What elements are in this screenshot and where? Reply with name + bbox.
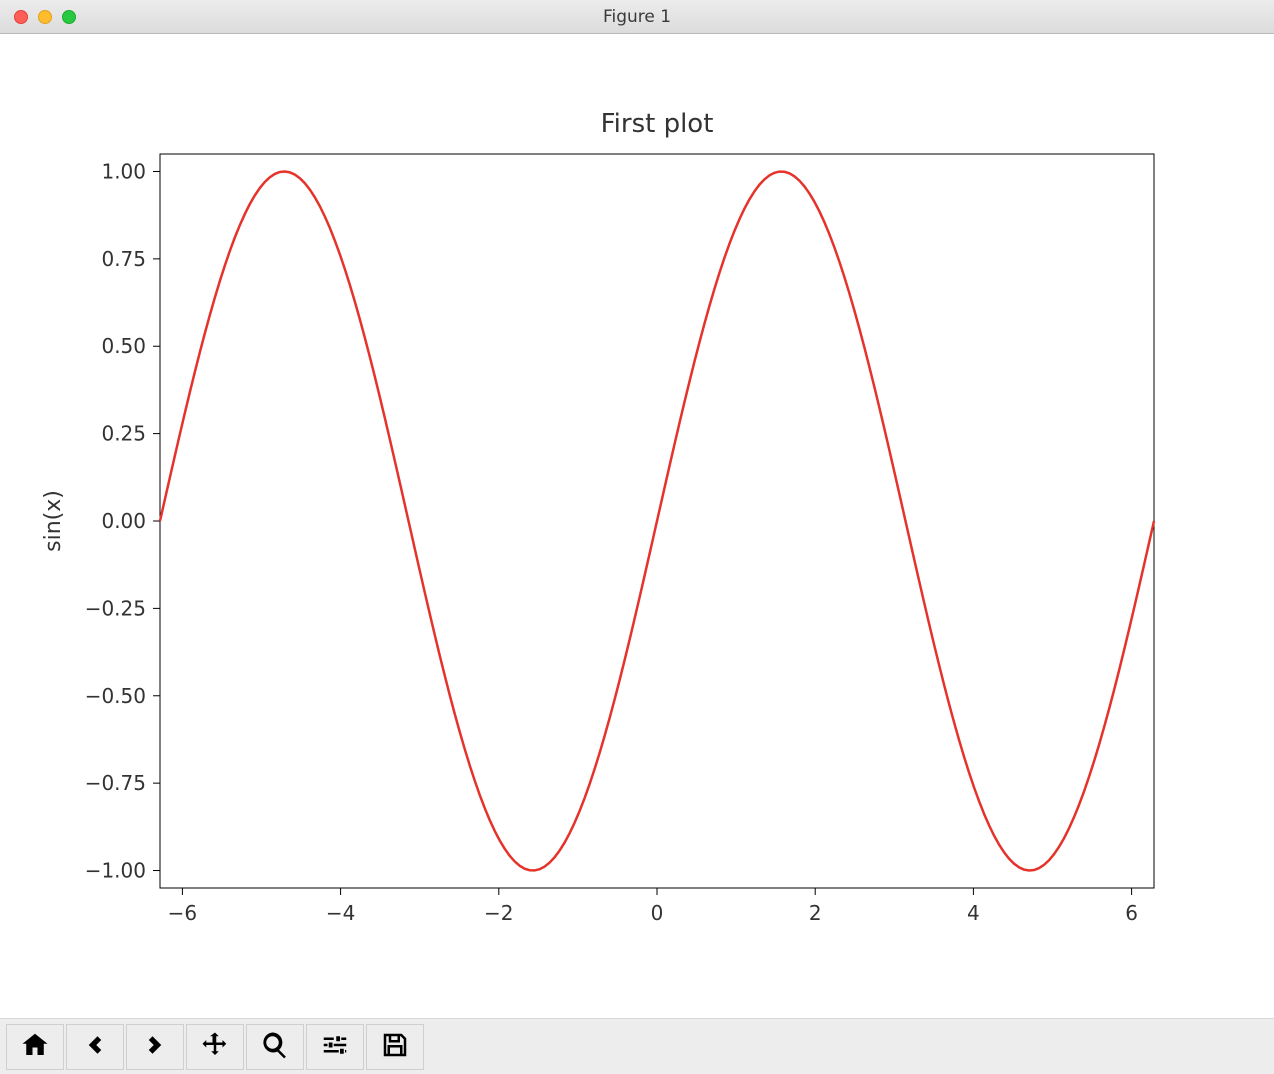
forward-button[interactable] xyxy=(126,1024,184,1070)
y-tick-label: 0.50 xyxy=(101,334,146,358)
y-axis-label: sin(x) xyxy=(41,490,66,552)
x-tick-label: 0 xyxy=(651,901,664,925)
magnify-icon xyxy=(260,1030,290,1064)
zoom-button[interactable] xyxy=(246,1024,304,1070)
chart-svg: −6 −4 −2 0 2 4 6 −1.00 −0.75 −0.50 −0.25 0.00 0.25 0.… xyxy=(0,34,1274,1018)
window-title-bar: Figure 1 xyxy=(0,0,1274,34)
y-tick-label: −0.25 xyxy=(85,596,146,620)
figure-canvas[interactable]: −6 −4 −2 0 2 4 6 −1.00 −0.75 −0.50 −0.25 0.00 0.25 0.… xyxy=(0,34,1274,1018)
configure-button[interactable] xyxy=(306,1024,364,1070)
series-line xyxy=(160,171,1154,870)
x-tick-label: 4 xyxy=(967,901,980,925)
x-tick-label: 2 xyxy=(809,901,822,925)
move-icon xyxy=(200,1030,230,1064)
y-tick-label: −0.50 xyxy=(85,684,146,708)
chart-title: First plot xyxy=(601,109,714,139)
window-controls xyxy=(14,10,76,24)
y-tick-label: 0.00 xyxy=(101,509,146,533)
x-tick-label: −2 xyxy=(484,901,513,925)
arrow-right-icon xyxy=(140,1030,170,1064)
sliders-icon xyxy=(320,1030,350,1064)
matplotlib-toolbar xyxy=(0,1018,1274,1074)
save-button[interactable] xyxy=(366,1024,424,1070)
x-tick-label: −6 xyxy=(168,901,197,925)
back-button[interactable] xyxy=(66,1024,124,1070)
y-tick-label: −0.75 xyxy=(85,771,146,795)
y-tick-label: 1.00 xyxy=(101,159,146,183)
pan-button[interactable] xyxy=(186,1024,244,1070)
window-title: Figure 1 xyxy=(603,7,671,27)
home-icon xyxy=(20,1030,50,1064)
y-tick-label: −1.00 xyxy=(85,859,146,883)
maximize-window-button[interactable] xyxy=(62,10,76,24)
home-button[interactable] xyxy=(6,1024,64,1070)
y-tick-label: 0.75 xyxy=(101,247,146,271)
minimize-window-button[interactable] xyxy=(38,10,52,24)
x-tick-label: −4 xyxy=(326,901,355,925)
close-window-button[interactable] xyxy=(14,10,28,24)
x-tick-label: 6 xyxy=(1125,901,1138,925)
save-icon xyxy=(380,1030,410,1064)
y-tick-label: 0.25 xyxy=(101,422,146,446)
arrow-left-icon xyxy=(80,1030,110,1064)
